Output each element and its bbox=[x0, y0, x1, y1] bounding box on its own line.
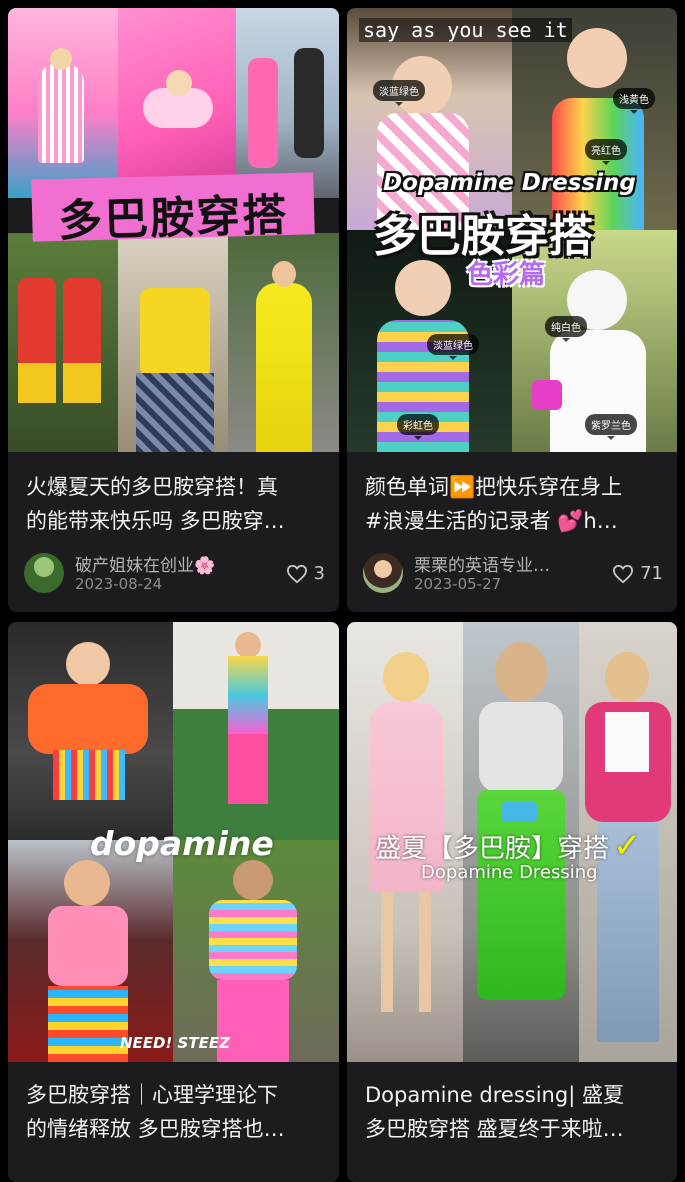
heart-icon bbox=[286, 564, 307, 583]
cover-chinese-title: 盛夏【多巴胺】穿搭 ✓ bbox=[375, 826, 642, 866]
cover-title-text: dopamine bbox=[90, 824, 274, 863]
author-name[interactable]: 栗栗的英语专业… bbox=[414, 551, 550, 576]
color-tag: 纯白色 bbox=[545, 316, 587, 342]
cover-title-text: 多巴胺穿搭 bbox=[57, 189, 289, 242]
note-cover-image[interactable]: 盛夏【多巴胺】穿搭 ✓ Dopamine Dressing bbox=[347, 622, 677, 1062]
cover-watermark: NEED! STEEZ bbox=[120, 1034, 230, 1052]
avatar[interactable] bbox=[363, 553, 403, 593]
note-meta: 破产姐妹在创业🌸 2023-08-24 3 bbox=[24, 551, 325, 595]
post-date: 2023-05-27 bbox=[414, 575, 502, 593]
avatar[interactable] bbox=[24, 553, 64, 593]
cover-english-title: Dopamine Dressing bbox=[421, 862, 598, 883]
note-title[interactable]: 颜色单词⏩把快乐穿在身上 #浪漫生活的记录者 💕h… bbox=[365, 470, 663, 538]
note-card[interactable]: say as you see it Dopamine Dressing 多巴胺穿… bbox=[347, 8, 677, 612]
note-title[interactable]: Dopamine dressing| 盛夏 多巴胺穿搭 盛夏终于来啦… bbox=[365, 1078, 663, 1146]
note-cover-image[interactable]: dopamine NEED! STEEZ bbox=[8, 622, 339, 1062]
note-cover-image[interactable]: say as you see it Dopamine Dressing 多巴胺穿… bbox=[347, 8, 677, 452]
post-date: 2023-08-24 bbox=[75, 575, 163, 593]
cover-subtitle: 色彩篇 bbox=[467, 260, 546, 290]
author-name[interactable]: 破产姐妹在创业🌸 bbox=[75, 551, 215, 576]
note-feed: 多巴胺穿搭 火爆夏天的多巴胺穿搭！真 的能带来快乐吗 多巴胺穿… 破产姐妹在创业… bbox=[0, 0, 685, 1182]
note-title[interactable]: 多巴胺穿搭｜心理学理论下 的情绪释放 多巴胺穿搭也… bbox=[26, 1078, 325, 1146]
note-title[interactable]: 火爆夏天的多巴胺穿搭！真 的能带来快乐吗 多巴胺穿… bbox=[26, 470, 325, 538]
note-meta: 栗栗的英语专业… 2023-05-27 71 bbox=[363, 551, 663, 595]
color-tag: 彩虹色 bbox=[397, 414, 439, 440]
check-icon: ✓ bbox=[613, 826, 642, 866]
like-count: 3 bbox=[313, 563, 325, 584]
color-tag: 紫罗兰色 bbox=[585, 414, 637, 440]
note-card[interactable]: dopamine NEED! STEEZ 多巴胺穿搭｜心理学理论下 的情绪释放 … bbox=[8, 622, 339, 1182]
note-card[interactable]: 盛夏【多巴胺】穿搭 ✓ Dopamine Dressing Dopamine dr… bbox=[347, 622, 677, 1182]
like-button[interactable]: 3 bbox=[286, 563, 325, 584]
color-tag: 亮红色 bbox=[585, 139, 627, 165]
note-card[interactable]: 多巴胺穿搭 火爆夏天的多巴胺穿搭！真 的能带来快乐吗 多巴胺穿… 破产姐妹在创业… bbox=[8, 8, 339, 612]
cover-top-text: say as you see it bbox=[359, 18, 572, 42]
heart-icon bbox=[613, 564, 634, 583]
color-tag: 淡蓝绿色 bbox=[427, 334, 479, 360]
color-tag: 淡蓝绿色 bbox=[373, 80, 425, 106]
color-tag: 浅黄色 bbox=[613, 88, 655, 114]
cover-english-title: Dopamine Dressing bbox=[383, 170, 636, 196]
note-cover-image[interactable]: 多巴胺穿搭 bbox=[8, 8, 339, 452]
like-count: 71 bbox=[640, 563, 663, 584]
like-button[interactable]: 71 bbox=[612, 563, 663, 584]
